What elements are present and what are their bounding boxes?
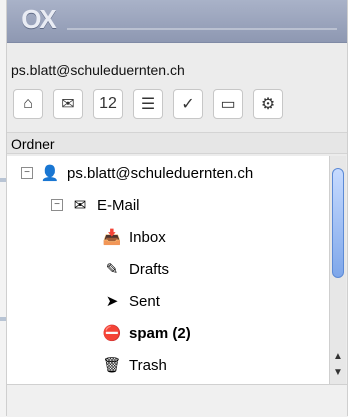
folder-item[interactable]: 📥 Inbox (7, 222, 329, 252)
trash-icon: 🗑 (102, 357, 122, 374)
scroll-thumb[interactable] (332, 168, 344, 278)
mail-folder-icon: ✉ (73, 197, 87, 214)
account-label: ps.blatt@schuleduernten.ch (67, 164, 254, 182)
calendar-icon[interactable]: 12 (93, 89, 123, 119)
folder-item[interactable]: ✎ Drafts (7, 254, 329, 284)
scroll-up-icon[interactable]: ▲ (332, 350, 344, 362)
folder-item[interactable]: ➤ Sent (7, 286, 329, 316)
panel-footer (7, 384, 347, 417)
home-icon[interactable]: ⌂ (13, 89, 43, 119)
user-icon: 👤 (40, 165, 60, 182)
folder-label: Drafts (129, 260, 170, 278)
folder-item[interactable]: 🗑 Trash (7, 350, 329, 380)
folders-section-label: Ordner (7, 132, 347, 154)
folder-tree: − 👤 ps.blatt@schuleduernten.ch − ✉ E-Mai… (7, 156, 329, 384)
collapse-icon[interactable]: − (51, 199, 63, 211)
mail-icon[interactable]: ✉ (53, 89, 83, 119)
collapse-icon[interactable]: − (21, 167, 33, 179)
settings-icon[interactable]: ⚙ (253, 89, 283, 119)
header-highlight (67, 28, 337, 30)
spam-icon: ⛔ (102, 325, 122, 342)
contacts-icon[interactable]: ☰ (133, 89, 163, 119)
app-header: OX (7, 0, 347, 43)
mail-folder-panel: OX ps.blatt@schuleduernten.ch ⌂ ✉ 12 ☰ ✓… (6, 0, 348, 417)
tasks-icon[interactable]: ✓ (173, 89, 203, 119)
folder-label: Inbox (129, 228, 166, 246)
tree-email-row[interactable]: − ✉ E-Mail (7, 190, 329, 220)
folder-label: spam (2) (129, 324, 191, 342)
folder-label: Trash (129, 356, 167, 374)
tree-account-row[interactable]: − 👤 ps.blatt@schuleduernten.ch (7, 158, 329, 188)
drafts-icon: ✎ (105, 261, 119, 278)
email-label: E-Mail (97, 196, 140, 214)
account-email: ps.blatt@schuleduernten.ch (11, 62, 185, 78)
folder-scrollbar[interactable]: ▲ ▼ (329, 156, 346, 384)
infostore-icon[interactable]: ▭ (213, 89, 243, 119)
folder-item[interactable]: ⛔ spam (2) (7, 318, 329, 348)
folder-label: Sent (129, 292, 160, 310)
main-toolbar: ⌂ ✉ 12 ☰ ✓ ▭ ⚙ (7, 82, 347, 126)
sent-icon: ➤ (105, 293, 119, 310)
ox-logo: OX (21, 3, 57, 34)
scroll-down-icon[interactable]: ▼ (332, 366, 344, 378)
inbox-icon: 📥 (102, 229, 122, 246)
